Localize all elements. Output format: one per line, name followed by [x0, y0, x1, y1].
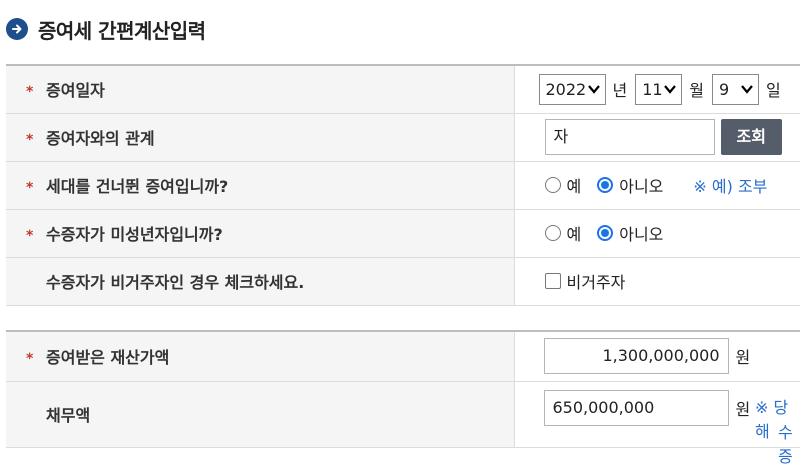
month-select[interactable]: 11 [635, 73, 683, 105]
minor-no-radio[interactable] [597, 225, 614, 241]
year-select[interactable]: 2022 [538, 73, 606, 105]
minor-label: 수증자가 미성년자입니까? [46, 225, 223, 244]
month-value: 11 [642, 79, 663, 99]
page-title: 증여세 간편계산입력 [38, 18, 206, 43]
day-select[interactable]: 9 [711, 73, 759, 105]
row-gift-amount: * 증여받은 재산가액 1,300,000,000 원 [6, 331, 800, 382]
minor-yes-radio[interactable] [544, 225, 561, 241]
month-unit: 월 [689, 81, 704, 101]
gift-amount-unit: 원 [735, 348, 751, 368]
debt-label: 채무액 [46, 406, 91, 425]
debt-note-line2: 수증 [778, 423, 793, 466]
year-unit: 년 [612, 81, 628, 101]
generation-skip-no-radio[interactable] [597, 177, 614, 193]
required-mark: * [26, 132, 34, 148]
debt-unit: 원 [735, 399, 751, 419]
debt-input[interactable]: 650,000,000 [543, 389, 729, 426]
gift-info-table: * 증여일자 2022 년 11 월 9 일 * 증여자와의 관계 자 조회 * 세대를 건너뛴 … [6, 64, 800, 306]
gift-amount-input[interactable]: 1,300,000,000 [543, 338, 729, 375]
nonresident-label: 수증자가 비거주자인 경우 체크하세요. [46, 273, 305, 292]
arrow-right-circle-icon [6, 18, 28, 40]
relation-label: 증여자와의 관계 [46, 129, 155, 148]
nonresident-checkbox[interactable] [544, 273, 561, 289]
generation-skip-yes-label: 예 [566, 177, 582, 196]
required-mark: * [26, 228, 34, 244]
row-relation: * 증여자와의 관계 자 조회 [6, 113, 800, 162]
required-mark: * [26, 351, 34, 368]
year-value: 2022 [545, 79, 587, 99]
required-mark: * [26, 180, 34, 196]
gift-date-label: 증여일자 [46, 81, 105, 101]
chevron-down-icon [587, 85, 600, 94]
row-gift-date: * 증여일자 2022 년 11 월 9 일 [6, 65, 800, 114]
relation-input[interactable]: 자 [544, 119, 715, 155]
nonresident-checkbox-label: 비거주자 [566, 273, 626, 292]
lookup-button[interactable]: 조회 [720, 119, 782, 155]
gift-amount-label: 증여받은 재산가액 [46, 348, 170, 368]
day-unit: 일 [765, 81, 781, 101]
minor-yes-label: 예 [566, 225, 582, 244]
minor-no-label: 아니오 [619, 225, 664, 244]
day-value: 9 [718, 79, 730, 99]
required-mark: * [26, 84, 34, 101]
row-minor: * 수증자가 미성년자입니까? 예 아니오 [6, 209, 800, 258]
chevron-down-icon [664, 85, 677, 94]
row-nonresident: 수증자가 비거주자인 경우 체크하세요. 비거주자 [6, 257, 800, 306]
amount-table: * 증여받은 재산가액 1,300,000,000 원 채무액 650,000,00… [6, 330, 800, 448]
generation-skip-yes-radio[interactable] [544, 177, 561, 193]
section-header: 증여세 간편계산입력 [6, 14, 206, 44]
generation-skip-label: 세대를 건너뛴 증여입니까? [46, 177, 229, 196]
chevron-down-icon [741, 85, 753, 94]
row-debt: 채무액 650,000,000 원 [6, 381, 800, 448]
row-generation-skip: * 세대를 건너뛴 증여입니까? 예 아니오 ※ 예) 조부 [6, 161, 800, 210]
generation-skip-note: ※ 예) 조부 [693, 177, 768, 196]
generation-skip-no-label: 아니오 [619, 177, 664, 196]
